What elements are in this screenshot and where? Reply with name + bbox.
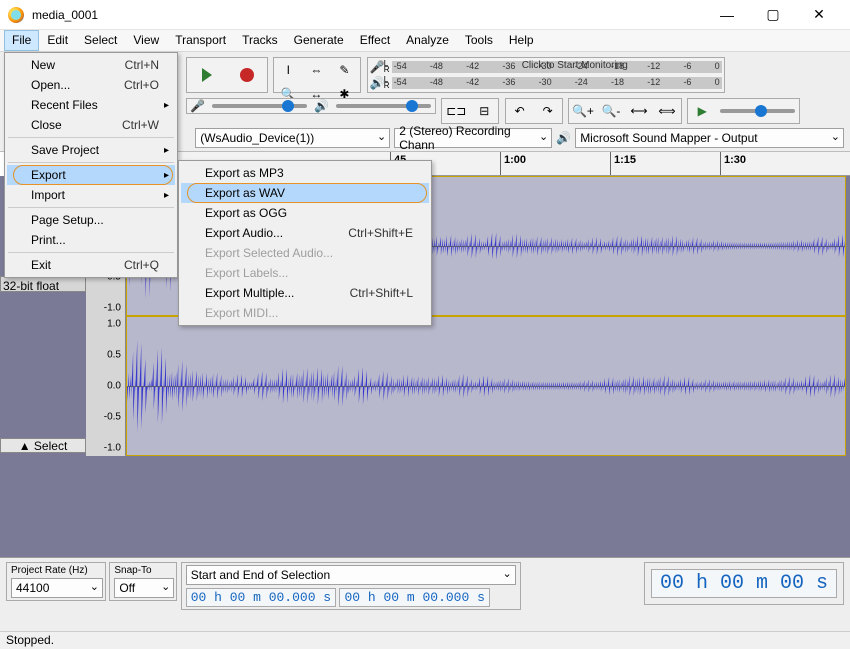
selection-toolbar: Project Rate (Hz) 44100 Snap-To Off Star… bbox=[0, 557, 850, 631]
export-menu-export-as-ogg[interactable]: Export as OGG bbox=[181, 203, 429, 223]
play-button[interactable] bbox=[187, 58, 227, 92]
selection-end-time[interactable]: 00 h 00 m 00.000 s bbox=[339, 588, 489, 607]
playback-volume-slider[interactable] bbox=[336, 104, 431, 108]
menu-tracks[interactable]: Tracks bbox=[234, 30, 286, 51]
fit-project-button[interactable]: ⟺ bbox=[653, 99, 681, 123]
meter-lr-label-2: LR bbox=[384, 77, 392, 89]
project-rate-combo[interactable]: 44100 bbox=[11, 578, 103, 598]
file-menu-open-[interactable]: Open...Ctrl+O bbox=[7, 75, 175, 95]
trim-button[interactable]: ⊏⊐ bbox=[442, 99, 470, 123]
export-menu-export-audio-[interactable]: Export Audio...Ctrl+Shift+E bbox=[181, 223, 429, 243]
meter-hint: Click to Start Monitoring bbox=[522, 60, 628, 71]
window-controls: — ▢ ✕ bbox=[704, 0, 842, 30]
export-menu-export-selected-audio-: Export Selected Audio... bbox=[181, 243, 429, 263]
track-format-label: 32-bit float bbox=[0, 276, 86, 292]
ruler-tick: 1:15 bbox=[610, 152, 636, 175]
file-menu-recent-files[interactable]: Recent Files bbox=[7, 95, 175, 115]
export-submenu: Export as MP3Export as WAVExport as OGGE… bbox=[178, 160, 432, 326]
selection-start-time[interactable]: 00 h 00 m 00.000 s bbox=[186, 588, 336, 607]
record-icon bbox=[240, 68, 254, 82]
playback-device-combo[interactable]: Microsoft Sound Mapper - Output bbox=[575, 128, 844, 148]
titlebar: media_0001 — ▢ ✕ bbox=[0, 0, 850, 30]
play-at-speed-button[interactable]: ▶ bbox=[688, 99, 716, 123]
zoom-out-button[interactable]: 🔍- bbox=[597, 99, 625, 123]
menu-effect[interactable]: Effect bbox=[352, 30, 398, 51]
close-button[interactable]: ✕ bbox=[796, 0, 842, 30]
track-scale-lower: 1.00.50.0-0.5-1.0 bbox=[86, 316, 126, 456]
file-menu-exit[interactable]: ExitCtrl+Q bbox=[7, 255, 175, 275]
menubar: FileEditSelectViewTransportTracksGenerat… bbox=[0, 30, 850, 52]
maximize-button[interactable]: ▢ bbox=[750, 0, 796, 30]
app-logo-icon bbox=[8, 7, 24, 23]
status-bar: Stopped. bbox=[0, 631, 850, 649]
status-text: Stopped. bbox=[6, 633, 54, 647]
audio-position-time[interactable]: 00 h 00 m 00 s bbox=[651, 569, 837, 598]
menu-analyze[interactable]: Analyze bbox=[398, 30, 457, 51]
menu-tools[interactable]: Tools bbox=[457, 30, 501, 51]
file-menu-export[interactable]: Export bbox=[7, 165, 175, 185]
selection-mode-combo[interactable]: Start and End of Selection bbox=[186, 565, 516, 585]
meter-lr-label: LR bbox=[384, 61, 392, 73]
export-menu-export-as-wav[interactable]: Export as WAV bbox=[181, 183, 429, 203]
snap-to-label: Snap-To bbox=[114, 565, 172, 576]
file-menu-new[interactable]: NewCtrl+N bbox=[7, 55, 175, 75]
recording-device-value: (WsAudio_Device(1)) bbox=[200, 131, 314, 145]
export-menu-export-as-mp-[interactable]: Export as MP3 bbox=[181, 163, 429, 183]
snap-to-value: Off bbox=[119, 581, 135, 595]
export-menu-export-midi-: Export MIDI... bbox=[181, 303, 429, 323]
undo-button[interactable]: ↶ bbox=[506, 99, 534, 123]
track-select-button[interactable]: ▲ Select bbox=[0, 438, 86, 453]
menu-generate[interactable]: Generate bbox=[286, 30, 352, 51]
waveform-lower[interactable] bbox=[126, 316, 846, 456]
menu-view[interactable]: View bbox=[125, 30, 167, 51]
playback-device-value: Microsoft Sound Mapper - Output bbox=[580, 131, 757, 145]
snap-to-combo[interactable]: Off bbox=[114, 578, 174, 598]
export-menu-export-labels-: Export Labels... bbox=[181, 263, 429, 283]
file-menu-save-project[interactable]: Save Project bbox=[7, 140, 175, 160]
record-button[interactable] bbox=[227, 58, 267, 92]
project-rate-value: 44100 bbox=[16, 581, 49, 595]
file-menu-print-[interactable]: Print... bbox=[7, 230, 175, 250]
project-rate-label: Project Rate (Hz) bbox=[11, 565, 101, 576]
play-icon bbox=[202, 68, 212, 82]
fit-selection-button[interactable]: ⟷ bbox=[625, 99, 653, 123]
redo-button[interactable]: ↷ bbox=[534, 99, 562, 123]
silence-button[interactable]: ⊟ bbox=[470, 99, 498, 123]
menu-file[interactable]: File bbox=[4, 30, 39, 51]
file-menu-dropdown: NewCtrl+NOpen...Ctrl+ORecent FilesCloseC… bbox=[4, 52, 178, 278]
file-menu-import[interactable]: Import bbox=[7, 185, 175, 205]
ruler-tick: 1:30 bbox=[720, 152, 746, 175]
export-menu-export-multiple-[interactable]: Export Multiple...Ctrl+Shift+L bbox=[181, 283, 429, 303]
minimize-button[interactable]: — bbox=[704, 0, 750, 30]
window-title: media_0001 bbox=[32, 8, 704, 22]
speaker-small-icon: 🔊 bbox=[311, 99, 332, 113]
menu-transport[interactable]: Transport bbox=[167, 30, 234, 51]
recording-channels-combo[interactable]: 2 (Stereo) Recording Chann bbox=[394, 128, 552, 148]
recording-device-combo[interactable]: (WsAudio_Device(1)) bbox=[195, 128, 390, 148]
menu-select[interactable]: Select bbox=[76, 30, 125, 51]
draw-tool-button[interactable]: ✎ bbox=[330, 58, 358, 82]
playback-meter[interactable]: -54-48-42-36-30-24-18-12-60 bbox=[392, 77, 722, 89]
envelope-tool-button[interactable]: ⇔ bbox=[302, 58, 330, 82]
selection-tool-button[interactable]: I bbox=[274, 58, 302, 82]
output-speaker-icon: 🔊 bbox=[556, 131, 571, 145]
recording-meter[interactable]: -54-48-42-36-30-24-18-12-60 Click to Sta… bbox=[392, 61, 722, 73]
ruler-tick: 1:00 bbox=[500, 152, 526, 175]
play-speed-slider[interactable] bbox=[720, 109, 795, 113]
menu-edit[interactable]: Edit bbox=[39, 30, 76, 51]
recording-volume-slider[interactable] bbox=[212, 104, 307, 108]
menu-help[interactable]: Help bbox=[501, 30, 542, 51]
mic-small-icon: 🎤 bbox=[187, 99, 208, 113]
recording-channels-value: 2 (Stereo) Recording Chann bbox=[399, 124, 537, 152]
file-menu-page-setup-[interactable]: Page Setup... bbox=[7, 210, 175, 230]
speaker-icon: 🔊 bbox=[370, 76, 384, 90]
zoom-in-button[interactable]: 🔍+ bbox=[569, 99, 597, 123]
file-menu-close[interactable]: CloseCtrl+W bbox=[7, 115, 175, 135]
mic-icon: 🎤 bbox=[370, 60, 384, 74]
selection-mode-value: Start and End of Selection bbox=[191, 568, 330, 582]
